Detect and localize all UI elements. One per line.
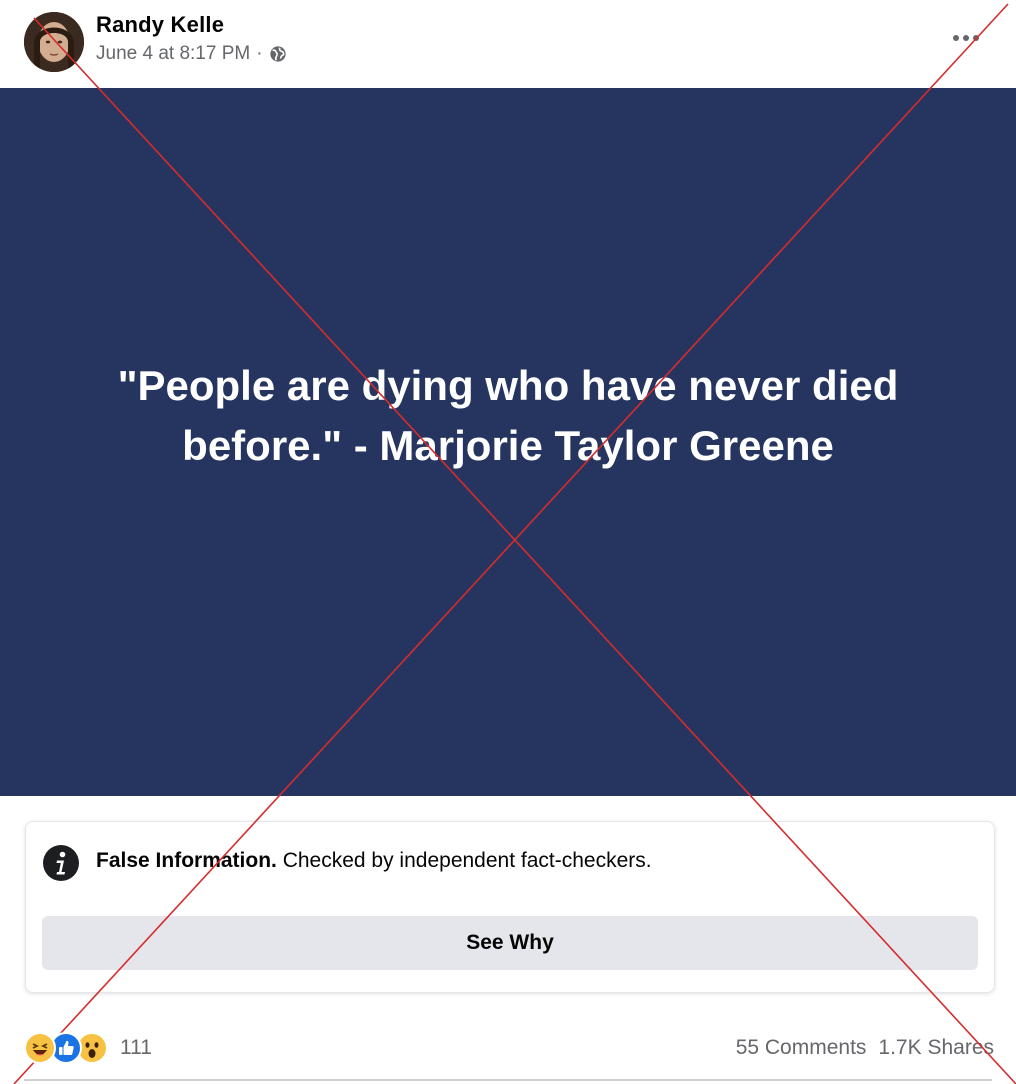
engagement-bar: 111 55 Comments 1.7K Shares xyxy=(0,1020,1016,1076)
reaction-count: 111 xyxy=(120,1036,152,1059)
divider xyxy=(24,1079,992,1081)
reactions-summary[interactable]: 111 xyxy=(24,1032,152,1064)
fact-check-text: False Information. Checked by independen… xyxy=(96,849,652,873)
globe-icon[interactable] xyxy=(269,45,287,63)
comments-count[interactable]: 55 Comments xyxy=(736,1036,867,1060)
see-why-button[interactable]: See Why xyxy=(42,916,978,970)
avatar-photo xyxy=(24,12,84,72)
post-header: Randy Kelle June 4 at 8:17 PM · xyxy=(0,0,1016,88)
author-name[interactable]: Randy Kelle xyxy=(96,12,224,38)
fact-check-title: False Information. xyxy=(96,849,277,872)
engagement-stats: 55 Comments 1.7K Shares xyxy=(736,1036,994,1060)
post-meta: June 4 at 8:17 PM · xyxy=(96,43,287,65)
fact-check-card: False Information. Checked by independen… xyxy=(25,821,995,993)
quote-text: "People are dying who have never died be… xyxy=(117,362,899,469)
shares-count[interactable]: 1.7K Shares xyxy=(878,1036,994,1060)
post-timestamp[interactable]: June 4 at 8:17 PM xyxy=(96,43,250,65)
post-text-image[interactable]: "People are dying who have never died be… xyxy=(0,88,1016,796)
fact-check-description: Checked by independent fact-checkers. xyxy=(282,849,652,872)
haha-icon xyxy=(24,1032,56,1064)
avatar[interactable] xyxy=(24,12,84,72)
more-options-icon[interactable] xyxy=(952,28,984,48)
info-icon xyxy=(43,845,79,881)
meta-separator: · xyxy=(256,43,263,64)
